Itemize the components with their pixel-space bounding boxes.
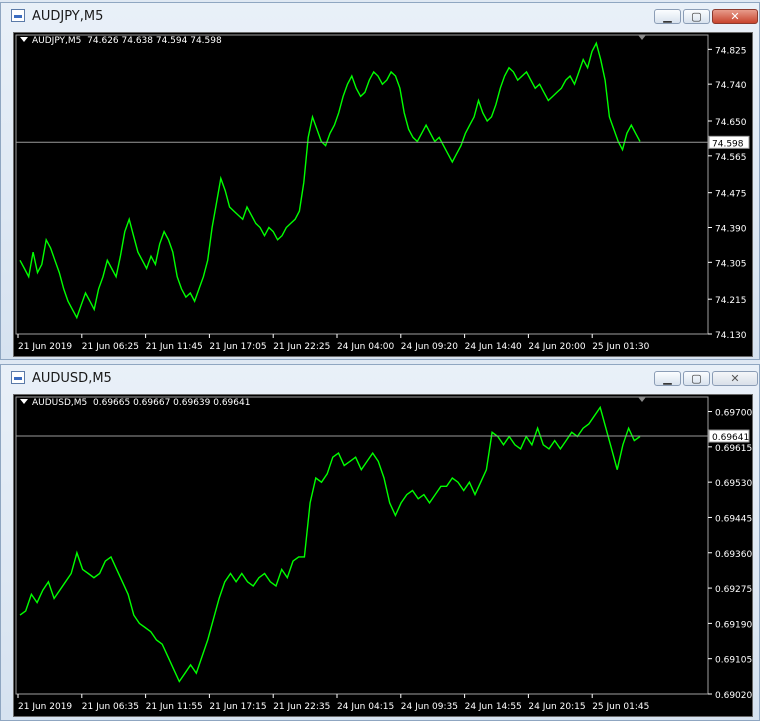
time-axis-label: 21 Jun 2019 [18,702,72,712]
time-axis-label: 24 Jun 04:00 [337,342,394,352]
time-axis-label: 21 Jun 2019 [18,342,72,352]
chart-legend: AUDUSD,M5 0.69665 0.69667 0.69639 0.6964… [20,398,250,408]
time-axis-label: 21 Jun 11:45 [146,342,203,352]
minimize-icon: ▁ [663,10,672,23]
price-axis-label: 0.69700 [715,409,752,419]
price-axis-label: 74.650 [715,118,747,128]
chart-shift-marker [638,397,646,402]
window-title: AUDUSD,M5 [32,371,112,386]
time-axis-label: 21 Jun 22:25 [273,342,330,352]
time-axis-label: 21 Jun 17:05 [209,342,266,352]
legend-ohlc: 74.626 74.638 74.594 74.598 [87,36,222,46]
maximize-button[interactable]: ▢ [683,9,710,24]
price-axis-label: 74.565 [715,153,747,163]
time-axis-label: 21 Jun 06:35 [82,702,139,712]
legend-symbol: AUDUSD,M5 [32,398,88,408]
price-axis-label: 74.215 [715,296,747,306]
time-axis-label: 21 Jun 11:55 [146,702,203,712]
close-button[interactable]: ✕ [712,9,758,24]
chart-area[interactable]: 74.825 74.740 74.650 74.565 74.475 74.390 74.3… [13,32,753,357]
chart-shift-marker [638,35,646,40]
time-axis-label: 24 Jun 20:15 [528,702,585,712]
price-axis-label: 0.69530 [715,479,752,489]
current-price-label: 0.69641 [712,433,749,443]
chart-window-audjpy[interactable]: AUDJPY,M5 ▁ ▢ ✕ 74.825 74.740 74.650 74.565… [0,2,760,360]
price-axis-label: 74.130 [715,331,747,341]
time-axis-label: 24 Jun 14:55 [465,702,522,712]
price-series-line [19,405,641,683]
time-axis-label: 24 Jun 14:40 [465,342,522,352]
maximize-icon: ▢ [691,372,702,385]
close-icon: ✕ [730,10,740,23]
price-chart[interactable]: 0.69700 0.69615 0.69530 0.69445 0.69360 0.692… [14,395,752,716]
chart-area[interactable]: 0.69700 0.69615 0.69530 0.69445 0.69360 0.692… [13,394,753,717]
legend-symbol: AUDJPY,M5 [32,36,82,46]
time-axis-label: 24 Jun 09:20 [401,342,458,352]
time-axis-label: 24 Jun 20:00 [528,342,585,352]
price-axis-label: 74.475 [715,190,747,200]
time-axis-label: 25 Jun 01:30 [592,342,649,352]
price-axis-label: 0.69615 [715,444,752,454]
legend-ohlc: 0.69665 0.69667 0.69639 0.69641 [93,398,251,408]
price-axis-label: 0.69020 [715,691,752,701]
price-axis-label: 74.390 [715,225,747,235]
current-price-label: 74.598 [712,139,744,149]
chart-window-icon [11,9,25,22]
minimize-button[interactable]: ▁ [654,371,681,386]
maximize-icon: ▢ [691,10,702,23]
time-axis-label: 24 Jun 09:35 [401,702,458,712]
time-axis-label: 21 Jun 22:35 [273,702,330,712]
time-axis-label: 21 Jun 06:25 [82,342,139,352]
window-title: AUDJPY,M5 [32,9,104,24]
price-axis-label: 0.69190 [715,620,752,630]
minimize-icon: ▁ [663,372,672,385]
legend-dropdown-icon[interactable] [20,399,28,404]
time-axis-label: 24 Jun 04:15 [337,702,394,712]
price-chart[interactable]: 74.825 74.740 74.650 74.565 74.475 74.390 74.3… [14,33,752,356]
time-axis-label: 25 Jun 01:45 [592,702,649,712]
legend-dropdown-icon[interactable] [20,37,28,42]
maximize-button[interactable]: ▢ [683,371,710,386]
plot-frame [15,396,709,695]
time-axis-label: 21 Jun 17:15 [209,702,266,712]
price-axis-label: 74.825 [715,46,747,56]
plot-frame [15,34,709,335]
price-axis-label: 74.305 [715,259,747,269]
close-icon: ✕ [730,372,740,385]
window-titlebar[interactable]: AUDUSD,M5 ▁ ▢ ✕ [1,365,759,391]
window-titlebar[interactable]: AUDJPY,M5 ▁ ▢ ✕ [1,3,759,29]
price-axis-label: 0.69445 [715,514,752,524]
minimize-button[interactable]: ▁ [654,9,681,24]
chart-window-icon [11,371,25,384]
price-axis-label: 0.69105 [715,656,752,666]
price-axis-label: 74.740 [715,81,747,91]
price-series-line [19,41,641,320]
price-axis-label: 0.69360 [715,550,752,560]
close-button[interactable]: ✕ [712,371,758,386]
chart-window-audusd[interactable]: AUDUSD,M5 ▁ ▢ ✕ 0.69700 0.69615 0.69530 0.6… [0,364,760,721]
price-axis-label: 0.69275 [715,585,752,595]
chart-legend: AUDJPY,M5 74.626 74.638 74.594 74.598 [20,36,222,46]
